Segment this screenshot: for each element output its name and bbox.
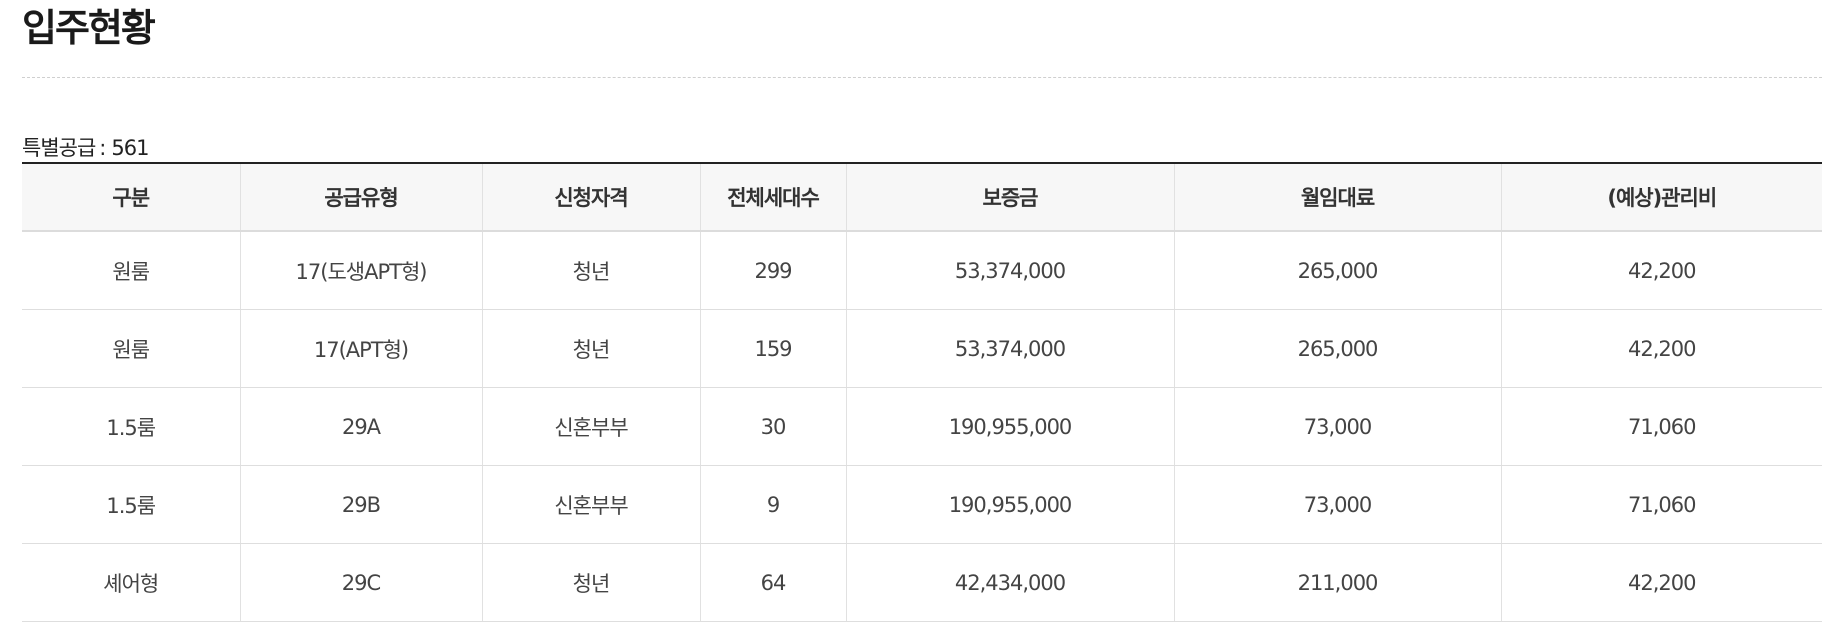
cell-eligibility: 청년 [481,309,700,388]
cell-eligibility: 신혼부부 [481,465,700,544]
cell-monthly-rent: 73,000 [1173,387,1501,466]
section-caption: 특별공급:561 [22,134,1822,162]
cell-supply-type: 17(APT형) [239,309,482,388]
page-container: 입주현황 특별공급:561 구분 공급유형 신청자격 전체세대수 보증금 월임대… [22,0,1822,622]
cell-total-units: 9 [699,465,846,544]
header-deposit: 보증금 [845,163,1174,232]
cell-supply-type: 29A [239,387,482,466]
cell-deposit: 42,434,000 [845,543,1174,622]
cell-supply-type: 29C [239,543,482,622]
cell-category: 1.5룸 [22,387,240,466]
cell-deposit: 53,374,000 [845,231,1174,310]
header-supply-type: 공급유형 [239,163,482,232]
cell-total-units: 159 [699,309,846,388]
cell-total-units: 30 [699,387,846,466]
cell-maintenance-fee: 42,200 [1500,543,1822,622]
table-row: 셰어형 29C 청년 64 42,434,000 211,000 42,200 [22,543,1822,622]
cell-total-units: 64 [699,543,846,622]
page-title: 입주현황 [22,6,156,50]
occupancy-table: 구분 공급유형 신청자격 전체세대수 보증금 월임대료 (예상)관리비 원룸 1… [22,162,1822,622]
cell-eligibility: 신혼부부 [481,387,700,466]
cell-category: 원룸 [22,309,240,388]
cell-category: 1.5룸 [22,465,240,544]
cell-maintenance-fee: 42,200 [1500,309,1822,388]
section-count: 561 [111,136,149,160]
cell-maintenance-fee: 71,060 [1500,465,1822,544]
cell-supply-type: 17(도생APT형) [239,231,482,310]
cell-deposit: 190,955,000 [845,465,1174,544]
header-total-units: 전체세대수 [699,163,846,232]
table-header-row: 구분 공급유형 신청자격 전체세대수 보증금 월임대료 (예상)관리비 [22,163,1822,232]
table-row: 원룸 17(APT형) 청년 159 53,374,000 265,000 42… [22,309,1822,388]
cell-monthly-rent: 265,000 [1173,309,1501,388]
cell-category: 셰어형 [22,543,240,622]
header-maintenance-fee: (예상)관리비 [1500,163,1822,232]
cell-deposit: 53,374,000 [845,309,1174,388]
cell-maintenance-fee: 42,200 [1500,231,1822,310]
cell-maintenance-fee: 71,060 [1500,387,1822,466]
cell-monthly-rent: 73,000 [1173,465,1501,544]
section-separator: : [99,136,106,160]
cell-supply-type: 29B [239,465,482,544]
header-eligibility: 신청자격 [481,163,700,232]
cell-eligibility: 청년 [481,543,700,622]
header-category: 구분 [22,163,240,232]
cell-total-units: 299 [699,231,846,310]
cell-monthly-rent: 265,000 [1173,231,1501,310]
cell-category: 원룸 [22,231,240,310]
cell-deposit: 190,955,000 [845,387,1174,466]
table-row: 1.5룸 29B 신혼부부 9 190,955,000 73,000 71,06… [22,465,1822,544]
title-divider [22,77,1822,78]
cell-eligibility: 청년 [481,231,700,310]
table-row: 원룸 17(도생APT형) 청년 299 53,374,000 265,000 … [22,231,1822,310]
section-label: 특별공급 [22,136,96,160]
cell-monthly-rent: 211,000 [1173,543,1501,622]
header-monthly-rent: 월임대료 [1173,163,1501,232]
table-row: 1.5룸 29A 신혼부부 30 190,955,000 73,000 71,0… [22,387,1822,466]
